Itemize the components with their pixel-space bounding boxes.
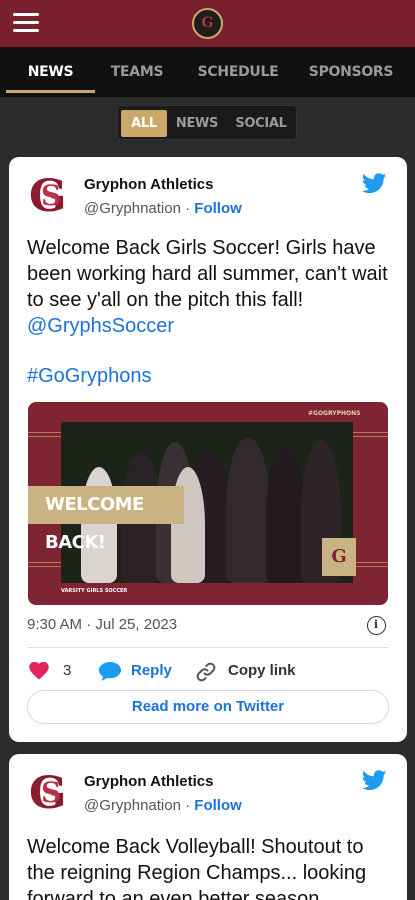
hamburger-menu-icon[interactable] <box>13 13 39 33</box>
handle-text[interactable]: @Gryphnation <box>84 200 181 217</box>
link-icon <box>196 662 216 682</box>
media-gryphon-logo: G <box>322 538 356 576</box>
svg-text:S: S <box>41 776 61 809</box>
gryphon-avatar[interactable]: G S <box>27 169 79 221</box>
like-button[interactable]: 3 <box>29 660 89 682</box>
feed-filter: ALL NEWS SOCIAL <box>117 105 297 140</box>
tab-teams[interactable]: TEAMS <box>100 47 174 97</box>
heart-icon <box>29 662 49 680</box>
handle-separator: · <box>185 797 191 814</box>
follow-link[interactable]: Follow <box>194 797 242 814</box>
hashtag-link[interactable]: #GoGryphons <box>27 363 395 389</box>
read-more-button[interactable]: Read more on Twitter <box>27 690 389 724</box>
media-footer-text: VARSITY GIRLS SOCCER <box>61 588 128 594</box>
filter-social[interactable]: SOCIAL <box>230 110 292 137</box>
svg-text:S: S <box>41 179 61 212</box>
gryphon-logo[interactable]: G <box>192 8 223 39</box>
welcome-back-banner: WELCOME BACK! <box>28 486 184 553</box>
welcome-back-text: WELCOME BACK! <box>45 494 144 553</box>
app-header: G <box>0 0 415 47</box>
tweet-card: G S Gryphon Athletics @Gryphnation · Fol… <box>9 157 407 742</box>
gryphon-avatar[interactable]: G S <box>27 766 79 818</box>
tab-sponsors[interactable]: SPONSORS <box>303 47 399 97</box>
tweet-timestamp[interactable]: 9:30 AM · Jul 25, 2023 <box>27 616 177 633</box>
media-logo-letter: G <box>331 546 347 567</box>
copy-link-button[interactable]: Copy link <box>196 660 316 682</box>
like-count: 3 <box>63 662 72 679</box>
media-hashtag-text: #GOGRYPHONS <box>308 410 361 417</box>
tweet-text: Welcome Back Girls Soccer! Girls have be… <box>27 237 388 311</box>
tweet-author[interactable]: Gryphon Athletics <box>84 773 213 790</box>
handle-text[interactable]: @Gryphnation <box>84 797 181 814</box>
filter-news[interactable]: NEWS <box>173 110 221 137</box>
follow-link[interactable]: Follow <box>194 200 242 217</box>
divider <box>27 647 389 648</box>
reply-label: Reply <box>131 662 172 679</box>
reply-bubble-icon <box>99 662 121 681</box>
reply-button[interactable]: Reply <box>99 660 189 682</box>
tweet-author[interactable]: Gryphon Athletics <box>84 176 213 193</box>
info-icon[interactable]: i <box>367 616 386 635</box>
tweet-handle: @Gryphnation · Follow <box>84 797 242 814</box>
tweet-handle: @Gryphnation · Follow <box>84 200 242 217</box>
tweet-body: Welcome Back Girls Soccer! Girls have be… <box>27 235 395 389</box>
tweet-text: Welcome Back Volleyball! Shoutout to the… <box>27 836 367 900</box>
logo-letter: G <box>201 15 214 31</box>
tweet-card: G S Gryphon Athletics @Gryphnation · Fol… <box>9 754 407 900</box>
tweet-body: Welcome Back Volleyball! Shoutout to the… <box>27 834 395 900</box>
handle-separator: · <box>185 200 191 217</box>
mention-link[interactable]: @GryphsSoccer <box>27 313 395 339</box>
active-tab-indicator <box>6 90 95 93</box>
tab-schedule[interactable]: SCHEDULE <box>195 47 281 97</box>
twitter-bird-icon[interactable] <box>362 173 387 194</box>
main-tabs: NEWS TEAMS SCHEDULE SPONSORS <box>0 47 415 97</box>
filter-all[interactable]: ALL <box>121 110 167 137</box>
tweet-media-image[interactable]: #GOGRYPHONS WELCOME BACK! G VARSITY GIRL… <box>28 402 388 605</box>
copy-link-label: Copy link <box>228 662 296 679</box>
twitter-bird-icon[interactable] <box>362 770 387 791</box>
